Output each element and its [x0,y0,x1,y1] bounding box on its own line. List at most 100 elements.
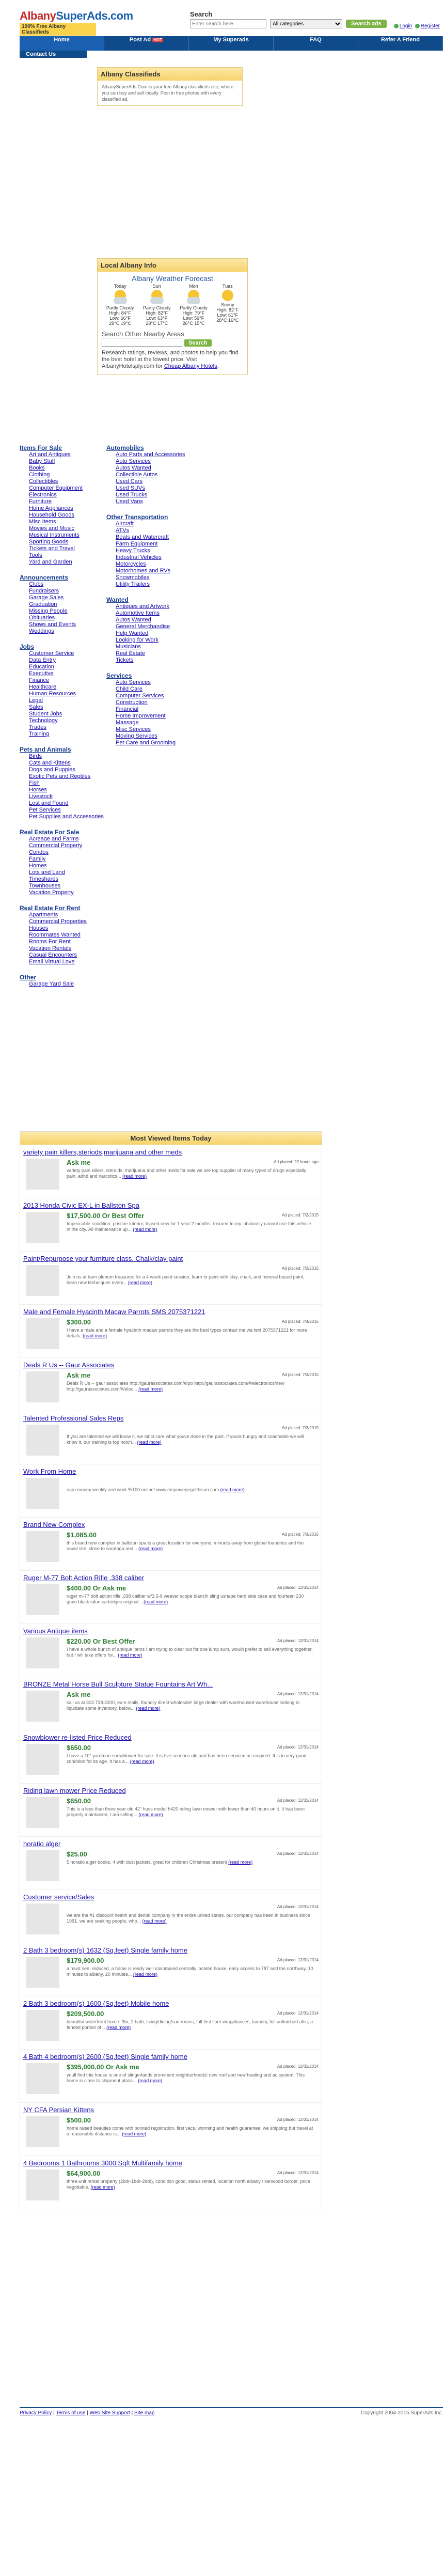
category-link[interactable]: Weddings [29,628,54,634]
read-more-link[interactable]: (read more) [228,1860,252,1865]
category-link[interactable]: Autos Wanted [116,617,151,623]
category-select[interactable]: All categories [270,19,343,28]
category-link[interactable]: Shows and Events [29,621,76,628]
category-link[interactable]: Student Jobs [29,711,62,717]
category-link[interactable]: General Merchandise [116,623,170,630]
listing-thumbnail[interactable] [26,1903,59,1934]
category-link[interactable]: Collectibles [29,478,58,485]
category-link[interactable]: Commercial Property [29,842,82,849]
category-title[interactable]: Pets and Animals [20,746,105,753]
category-link[interactable]: Snowmobiles [116,574,149,581]
category-link[interactable]: Homes [29,863,47,869]
listing-title[interactable]: Ruger M-77 Bolt Action Rifle .338 calibe… [23,1574,144,1582]
read-more-link[interactable]: (read more) [139,1812,163,1817]
category-link[interactable]: Garage Yard Sale [29,981,74,987]
category-link[interactable]: Auto Parts and Accessories [116,451,185,458]
category-title[interactable]: Jobs [20,643,105,650]
category-link[interactable]: Automotive Items [116,610,160,616]
category-link[interactable]: Utility Trailers [116,581,150,587]
nav-my-superads[interactable]: My Superads [189,36,274,51]
category-link[interactable]: Used Trucks [116,492,147,498]
category-link[interactable]: Garage Sales [29,595,64,601]
category-link[interactable]: Condos [29,849,49,855]
category-link[interactable]: Collectible Autos [116,472,157,478]
listing-thumbnail[interactable] [26,1371,59,1402]
category-link[interactable]: Livestock [29,793,53,800]
category-link[interactable]: Motorhomes and RVs [116,568,170,574]
category-title[interactable]: Real Estate For Rent [20,904,105,912]
category-link[interactable]: ATVs [116,527,129,534]
category-link[interactable]: Yard and Garden [29,559,72,565]
category-link[interactable]: Vacation Property [29,889,74,896]
read-more-link[interactable]: (read more) [130,1759,154,1764]
category-link[interactable]: Apartments [29,912,58,918]
category-link[interactable]: Sales [29,704,43,710]
category-link[interactable]: Email Virtual Love [29,959,74,965]
read-more-link[interactable]: (read more) [122,1174,147,1179]
category-link[interactable]: Family [29,856,45,862]
category-link[interactable]: Rooms For Rent [29,939,71,945]
category-link[interactable]: Horses [29,787,47,793]
category-link[interactable]: Tickets [116,657,133,663]
listing-title[interactable]: Brand New Complex [23,1521,85,1528]
category-link[interactable]: Human Resources [29,691,76,697]
listing-title[interactable]: horatio alger [23,1840,60,1848]
nav-home[interactable]: Home [20,36,104,51]
category-link[interactable]: Farm Equipment [116,541,157,547]
listing-thumbnail[interactable] [26,2063,59,2094]
nav-faq[interactable]: FAQ [274,36,358,51]
read-more-link[interactable]: (read more) [136,1706,160,1711]
listing-title[interactable]: 4 Bath 4 bedroom(s) 2600 (Sq.feet) Singl… [23,2053,187,2060]
category-link[interactable]: Training [29,731,49,737]
nearby-search-button[interactable]: Search [184,339,212,347]
listing-title[interactable]: 2 Bath 3 bedroom(s) 1632 (Sq.feet) Singl… [23,1946,187,1954]
read-more-link[interactable]: (read more) [138,1546,163,1551]
read-more-link[interactable]: (read more) [142,1918,167,1924]
category-link[interactable]: Home Appliances [29,505,73,511]
category-link[interactable]: Finance [29,677,49,683]
listing-title[interactable]: 4 Bedrooms 1 Bathrooms 3000 Sqft Multifa… [23,2159,182,2167]
read-more-link[interactable]: (read more) [122,2131,146,2136]
listing-title[interactable]: Various Antique items [23,1627,88,1635]
hotel-link[interactable]: Cheap Albany Hotels [164,363,217,369]
category-link[interactable]: Clothing [29,472,50,478]
category-link[interactable]: Cats and Kittens [29,760,71,766]
category-link[interactable]: Electronics [29,492,57,498]
category-link[interactable]: Movies and Music [29,525,74,532]
category-link[interactable]: Obituaries [29,615,55,621]
listing-thumbnail[interactable] [26,1850,59,1881]
category-link[interactable]: Real Estate [116,650,145,657]
read-more-link[interactable]: (read more) [128,1280,152,1285]
category-link[interactable]: Acreage and Farms [29,836,79,842]
read-more-link[interactable]: (read more) [118,1652,142,1658]
listing-thumbnail[interactable] [26,1531,59,1562]
category-link[interactable]: Commercial Properties [29,918,87,925]
nav-contact[interactable]: Contact Us [20,51,62,58]
category-link[interactable]: Child Care [116,686,142,692]
read-more-link[interactable]: (read more) [133,1227,157,1232]
listing-title[interactable]: variety pain killers,steriods,marijuana … [23,1148,182,1156]
listing-title[interactable]: Riding lawn mower Price Reduced [23,1787,126,1794]
category-title[interactable]: Wanted [106,596,192,603]
category-link[interactable]: Computer Services [116,693,164,699]
search-input[interactable] [190,19,266,28]
category-link[interactable]: Pet Supplies and Accessories [29,814,104,820]
category-title[interactable]: Automobiles [106,444,192,451]
listing-thumbnail[interactable] [26,1584,59,1615]
category-link[interactable]: Autos Wanted [116,465,151,471]
listing-thumbnail[interactable] [26,2010,59,2041]
read-more-link[interactable]: (read more) [220,1487,245,1492]
category-link[interactable]: Data Entry [29,657,56,663]
category-link[interactable]: Legal [29,697,43,704]
category-link[interactable]: Pet Care and Grooming [116,740,176,746]
category-link[interactable]: Clubs [29,581,43,587]
listing-thumbnail[interactable] [26,1478,59,1509]
category-link[interactable]: Casual Encounters [29,952,77,958]
category-link[interactable]: Construction [116,699,148,706]
category-link[interactable]: Customer Service [29,650,74,657]
footer-terms[interactable]: Terms of use [56,2410,85,2416]
category-link[interactable]: Education [29,664,54,670]
category-link[interactable]: Misc Items [29,519,56,525]
listing-title[interactable]: Snowblower re-listed Price Reduced [23,1734,132,1741]
listing-thumbnail[interactable] [26,1318,59,1349]
